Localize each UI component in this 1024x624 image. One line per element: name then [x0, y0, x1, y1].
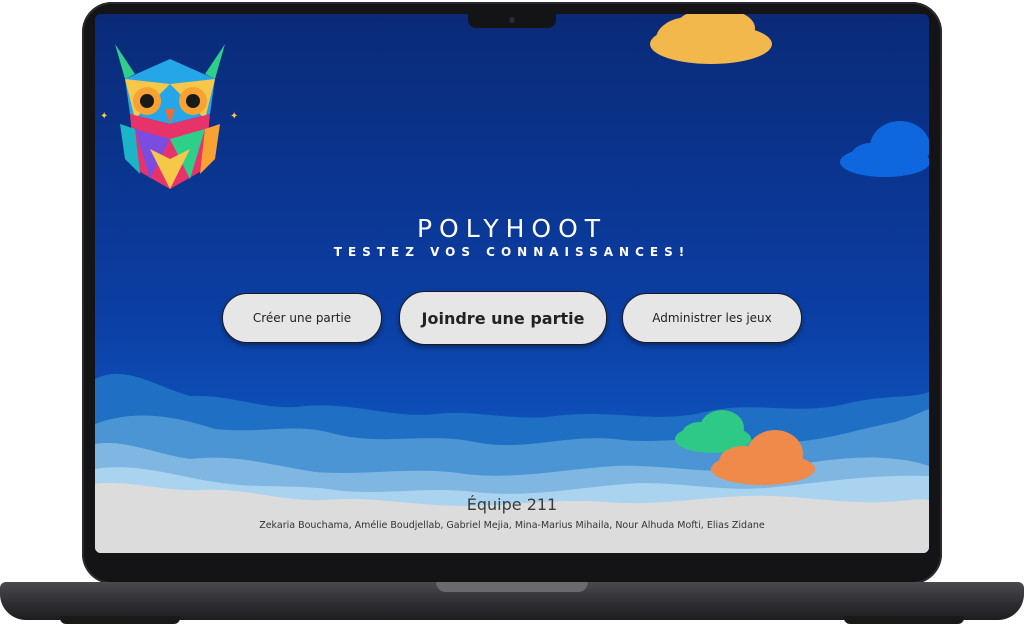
create-game-button[interactable]: Créer une partie	[222, 293, 382, 343]
admin-games-button[interactable]: Administrer les jeux	[622, 293, 802, 343]
title-block: POLYHOOT TESTEZ VOS CONNAISSANCES!	[95, 214, 929, 259]
app-screen: ✦ ✦ POLYHOOT TESTEZ VOS CONNAISSANCES! C…	[95, 14, 929, 553]
laptop-foot-left	[60, 616, 180, 624]
team-name: Équipe 211	[466, 495, 558, 514]
join-game-button[interactable]: Joindre une partie	[399, 291, 607, 345]
laptop-foot-right	[844, 616, 964, 624]
app-subtitle: TESTEZ VOS CONNAISSANCES!	[333, 245, 691, 259]
laptop-frame: ✦ ✦ POLYHOOT TESTEZ VOS CONNAISSANCES! C…	[0, 0, 1024, 624]
owl-logo-icon: ✦ ✦	[100, 44, 238, 189]
svg-text:✦: ✦	[100, 111, 108, 122]
laptop-base	[0, 582, 1024, 620]
blue-cloud	[840, 121, 929, 177]
svg-text:✦: ✦	[230, 111, 238, 122]
team-members: Zekaria Bouchama, Amélie Boudjellab, Gab…	[259, 520, 765, 531]
base-opening	[436, 582, 588, 592]
footer: Équipe 211 Zekaria Bouchama, Amélie Boud…	[95, 495, 929, 531]
camera-notch	[468, 14, 556, 28]
yellow-cloud	[650, 14, 772, 64]
camera-icon	[509, 17, 515, 23]
app-title: POLYHOOT	[416, 214, 608, 243]
